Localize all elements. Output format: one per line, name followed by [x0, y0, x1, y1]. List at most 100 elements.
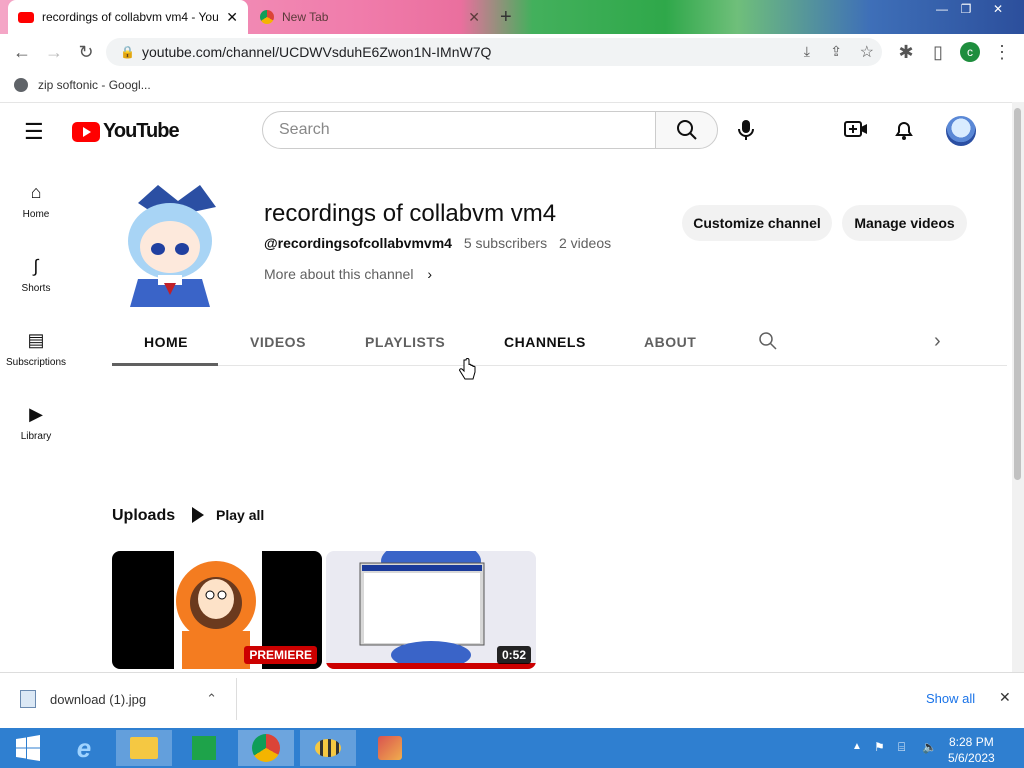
- extensions-icon[interactable]: ✱: [896, 42, 916, 63]
- channel-avatar: [118, 183, 222, 311]
- active-tab-indicator: [112, 363, 218, 366]
- menu-kebab-icon[interactable]: ⋮: [992, 42, 1012, 63]
- search-button[interactable]: [655, 111, 718, 149]
- tab-playlists[interactable]: PLAYLISTS: [365, 334, 445, 350]
- premiere-badge: PREMIERE: [244, 646, 317, 664]
- tab-videos[interactable]: VIDEOS: [250, 334, 306, 350]
- download-divider: [236, 678, 237, 720]
- channel-title: recordings of collabvm vm4: [264, 200, 557, 227]
- download-filename: download (1).jpg: [50, 691, 147, 707]
- bookmark-item[interactable]: zip softonic - Googl...: [14, 78, 151, 92]
- start-button[interactable]: [0, 730, 56, 766]
- chrome-favicon-icon: [260, 10, 274, 24]
- download-item[interactable]: download (1).jpg ⌃: [20, 690, 217, 708]
- library-icon: ▶: [29, 404, 43, 424]
- volume-icon[interactable]: 🔈: [922, 740, 937, 754]
- side-panel-icon[interactable]: ▯: [928, 42, 948, 63]
- search-input[interactable]: Search: [262, 111, 656, 149]
- close-tab-icon[interactable]: ✕: [226, 9, 238, 26]
- sidebar-item-library[interactable]: ▶ Library: [0, 404, 72, 442]
- duration-badge: 0:52: [496, 646, 531, 664]
- close-download-bar-icon[interactable]: ✕: [999, 689, 1011, 706]
- forward-icon[interactable]: →: [44, 42, 64, 63]
- video-thumbnail[interactable]: 0:52: [326, 551, 536, 669]
- play-all-button[interactable]: Play all: [192, 507, 264, 523]
- clock-date: 5/6/2023: [948, 751, 995, 765]
- tab-new-tab[interactable]: New Tab ✕: [250, 0, 490, 34]
- home-icon: ⌂: [30, 182, 42, 202]
- hamburger-menu-icon[interactable]: ☰: [24, 119, 44, 145]
- channel-meta: @recordingsofcollabvmvm4 5 subscribers 2…: [264, 235, 611, 251]
- microphone-icon[interactable]: [736, 119, 756, 147]
- windows-logo-icon: [16, 735, 40, 761]
- share-icon[interactable]: ⇪: [830, 43, 842, 60]
- back-icon[interactable]: ←: [12, 42, 32, 63]
- play-all-label: Play all: [216, 507, 265, 523]
- reload-icon[interactable]: ↻: [76, 42, 96, 63]
- clock-time: 8:28 PM: [949, 735, 994, 749]
- channel-search-icon[interactable]: [758, 331, 778, 356]
- tab-youtube[interactable]: recordings of collabvm vm4 - You ✕: [8, 0, 248, 34]
- globe-icon: [14, 78, 28, 92]
- chevron-up-icon[interactable]: ⌃: [206, 691, 217, 707]
- tab-channels[interactable]: CHANNELS: [504, 334, 586, 350]
- address-bar[interactable]: 🔒 youtube.com/channel/UCDWVsduhE6Zwon1N-…: [106, 38, 882, 66]
- install-icon[interactable]: ⤓: [804, 43, 810, 60]
- new-tab-button[interactable]: +: [500, 6, 512, 29]
- store-icon[interactable]: [176, 730, 232, 766]
- youtube-favicon-icon: [18, 11, 34, 23]
- sidebar-item-label: Library: [20, 431, 52, 442]
- tabs-scroll-right-icon[interactable]: ›: [934, 330, 941, 353]
- sidebar-item-shorts[interactable]: ∫ Shorts: [0, 256, 72, 294]
- bookmark-label: zip softonic - Googl...: [38, 78, 151, 92]
- account-avatar[interactable]: [946, 116, 976, 146]
- hand-cursor-icon: [458, 358, 476, 387]
- customize-channel-button[interactable]: Customize channel: [682, 205, 832, 241]
- bookmarks-bar: zip softonic - Googl...: [0, 70, 1024, 100]
- show-hidden-icons[interactable]: ▲: [852, 741, 862, 752]
- sidebar-item-label: Home: [22, 209, 50, 220]
- search-icon: [677, 120, 697, 140]
- close-tab-icon[interactable]: ✕: [468, 9, 480, 26]
- uploads-heading: Uploads: [112, 507, 176, 524]
- tabs-divider: [112, 365, 1007, 366]
- more-about-link[interactable]: More about this channel ›: [264, 266, 432, 282]
- create-video-icon[interactable]: [844, 119, 868, 145]
- close-window-button[interactable]: ✕: [980, 0, 1016, 18]
- youtube-play-icon: [72, 121, 100, 142]
- show-all-button[interactable]: Show all: [926, 691, 975, 706]
- file-explorer-icon[interactable]: [116, 730, 172, 766]
- scrollbar-thumb[interactable]: [1014, 108, 1021, 480]
- bookmark-star-icon[interactable]: ☆: [860, 42, 874, 62]
- sidebar-item-subscriptions[interactable]: ▤ Subscriptions: [0, 330, 72, 368]
- video-thumbnail[interactable]: PREMIERE: [112, 551, 322, 669]
- chevron-right-icon: ›: [427, 266, 432, 282]
- bee-app-icon[interactable]: [300, 730, 356, 766]
- video-count: 2 videos: [558, 235, 612, 251]
- youtube-logo[interactable]: YouTube: [72, 120, 180, 143]
- chrome-taskbar-icon[interactable]: [238, 730, 294, 766]
- internet-explorer-icon[interactable]: e: [56, 730, 112, 766]
- image-file-icon: [20, 690, 36, 708]
- tab-home[interactable]: HOME: [144, 334, 188, 350]
- lock-icon: 🔒: [120, 45, 135, 59]
- notifications-bell-icon[interactable]: [893, 119, 915, 147]
- tab-title: New Tab: [282, 10, 329, 24]
- tab-title: recordings of collabvm vm4 - You: [42, 10, 219, 24]
- network-icon[interactable]: ⌸: [898, 740, 905, 755]
- shorts-icon: ∫: [33, 256, 39, 276]
- channel-handle: @recordingsofcollabvmvm4: [264, 235, 452, 251]
- manage-videos-button[interactable]: Manage videos: [842, 205, 967, 241]
- sidebar-item-label: Subscriptions: [5, 357, 67, 368]
- subscriber-count: 5 subscribers: [463, 235, 548, 251]
- sidebar-item-home[interactable]: ⌂ Home: [0, 182, 72, 220]
- tab-about[interactable]: ABOUT: [644, 334, 696, 350]
- url-text: youtube.com/channel/UCDWVsduhE6Zwon1N-IM…: [142, 44, 492, 60]
- youtube-wordmark: YouTube: [103, 120, 180, 142]
- profile-avatar[interactable]: c: [960, 42, 980, 62]
- sidebar-item-label: Shorts: [21, 283, 51, 294]
- restore-button[interactable]: ❐: [950, 0, 982, 18]
- action-center-flag-icon[interactable]: ⚑: [874, 740, 885, 754]
- media-app-icon[interactable]: [362, 730, 418, 766]
- system-clock[interactable]: 8:28 PM 5/6/2023: [948, 734, 995, 766]
